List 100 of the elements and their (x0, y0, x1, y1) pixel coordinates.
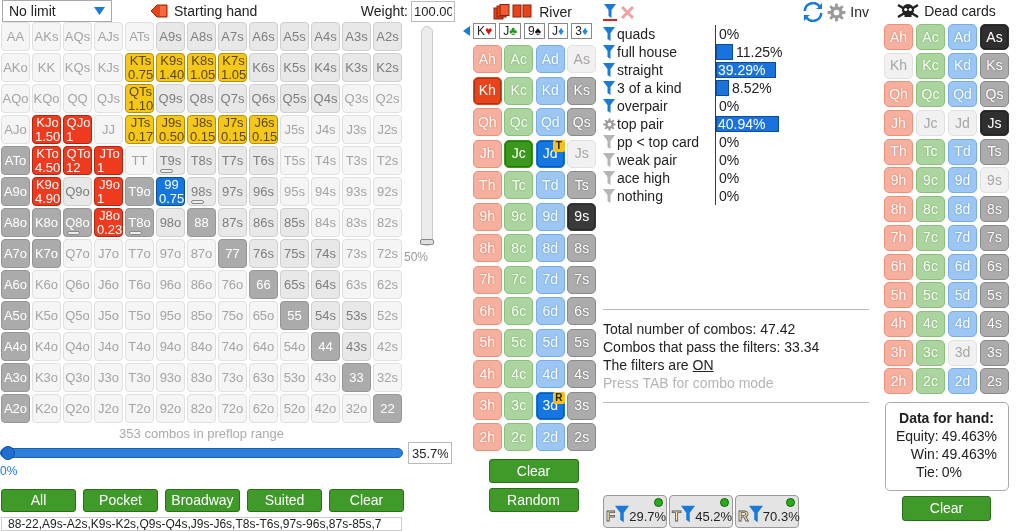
hand-cell[interactable]: J3s (342, 115, 371, 144)
hand-cell[interactable]: KQs (63, 53, 92, 82)
hand-cell[interactable]: Q9s (156, 84, 185, 113)
hand-cell[interactable]: J3o (94, 363, 123, 392)
card-button[interactable]: 4h (472, 360, 502, 388)
hand-cell[interactable]: T9s (156, 146, 185, 175)
hand-cell[interactable]: 83s (342, 208, 371, 237)
card-button[interactable]: Td (948, 138, 977, 165)
hand-cell[interactable]: A7o (1, 239, 30, 268)
card-button[interactable]: 6d (535, 297, 565, 325)
card-button[interactable]: Kd (535, 76, 565, 105)
hand-cell[interactable]: KJs (94, 53, 123, 82)
filter-icon[interactable] (603, 62, 616, 78)
hand-cell[interactable]: 32o (342, 394, 371, 423)
card-button[interactable]: 6s (980, 253, 1009, 280)
card-button[interactable]: 7c (504, 265, 534, 294)
hand-cell[interactable]: T3o (125, 363, 154, 392)
hand-cell[interactable]: K6o (32, 270, 61, 299)
card-button[interactable]: 4d (948, 310, 977, 337)
hand-cell[interactable]: T5s (280, 146, 309, 175)
card-button[interactable]: Ac (916, 24, 945, 50)
board-card[interactable]: J♦ (548, 23, 569, 39)
hand-cell[interactable]: 98s (187, 177, 216, 206)
card-button[interactable]: 6s (567, 297, 597, 325)
hand-cell[interactable]: K7o (32, 239, 61, 268)
hand-cell[interactable]: K7s 1.05 (218, 53, 247, 82)
card-button[interactable]: As (980, 24, 1009, 50)
card-button[interactable]: 5s (567, 328, 597, 357)
hand-cell[interactable]: A2s (373, 22, 402, 51)
hand-cell[interactable]: K2o (32, 394, 61, 423)
card-button[interactable]: 3h (472, 391, 502, 420)
card-button[interactable]: Qc (916, 81, 945, 108)
filter-icon[interactable] (603, 134, 616, 150)
hand-cell[interactable]: K6s (249, 53, 278, 82)
card-button[interactable]: 2h (884, 368, 913, 395)
card-button[interactable]: 6h (884, 253, 913, 280)
hand-cell[interactable]: 82s (373, 208, 402, 237)
card-button[interactable]: 4s (980, 310, 1009, 337)
hand-cell[interactable]: J4s (311, 115, 340, 144)
hand-cell[interactable]: 33 (342, 363, 371, 392)
hand-cell[interactable]: 53s (342, 301, 371, 330)
filter-icon[interactable] (603, 188, 616, 204)
board-card[interactable]: 3♦ (571, 23, 592, 39)
hand-cell[interactable]: 52s (373, 301, 402, 330)
card-button[interactable]: 4s (567, 360, 597, 388)
hand-cell[interactable]: Q8o (63, 208, 92, 237)
hand-cell[interactable]: K3o (32, 363, 61, 392)
hand-cell[interactable]: K2s (373, 53, 402, 82)
slider-thumb[interactable] (420, 239, 434, 245)
hand-cell[interactable]: J6o (94, 270, 123, 299)
card-button[interactable]: 7d (535, 265, 565, 294)
card-button[interactable]: 4h (884, 310, 913, 337)
hand-cell[interactable]: 72s (373, 239, 402, 268)
hand-cell[interactable]: T9o (125, 177, 154, 206)
card-button[interactable]: Qh (472, 108, 502, 136)
card-button[interactable]: Qd (948, 81, 977, 108)
hand-cell[interactable]: J5s (280, 115, 309, 144)
hand-cell[interactable]: 93s (342, 177, 371, 206)
hand-cell[interactable]: TT (125, 146, 154, 175)
hand-cell[interactable]: T6o (125, 270, 154, 299)
percent-field[interactable]: 35.7% (408, 442, 452, 464)
card-button[interactable]: 5c (504, 328, 534, 357)
hand-cell[interactable]: AQo (1, 84, 30, 113)
filter-icon[interactable] (603, 80, 616, 96)
card-button[interactable]: 2d (535, 423, 565, 451)
hand-cell[interactable]: A9o (1, 177, 30, 206)
hand-cell[interactable]: 87o (187, 239, 216, 268)
hand-cell[interactable]: 75s (280, 239, 309, 268)
card-button[interactable]: Tc (504, 171, 534, 199)
card-button[interactable]: 9d (535, 202, 565, 231)
hand-cell[interactable]: AJs (94, 22, 123, 51)
hand-cell[interactable]: 43s (342, 332, 371, 361)
hand-cell[interactable]: AJo (1, 115, 30, 144)
card-button[interactable]: 9s (567, 202, 597, 231)
card-button[interactable]: Ad (535, 45, 565, 73)
hand-cell[interactable]: J7o (94, 239, 123, 268)
card-button[interactable]: Qh (884, 81, 913, 108)
hand-cell[interactable]: 82o (187, 394, 216, 423)
hand-cell[interactable]: T5o (125, 301, 154, 330)
hand-cell[interactable]: 97s (218, 177, 247, 206)
hand-cell[interactable]: J8s 0.15 (187, 115, 216, 144)
hand-cell[interactable]: 73o (218, 363, 247, 392)
card-button[interactable]: Qs (567, 108, 597, 136)
card-button[interactable]: Qc (504, 108, 534, 136)
hand-cell[interactable]: J9o 1 (94, 177, 123, 206)
hand-cell[interactable]: 92o (156, 394, 185, 423)
hand-cell[interactable]: 77 (218, 239, 247, 268)
hand-cell[interactable]: 42s (373, 332, 402, 361)
card-button[interactable]: 8h (472, 234, 502, 262)
card-button[interactable]: 3h (884, 339, 913, 366)
card-button[interactable]: Jh (472, 139, 502, 168)
card-button[interactable]: 3c (504, 391, 534, 420)
hand-cell[interactable]: AKs (32, 22, 61, 51)
card-button[interactable]: Th (472, 171, 502, 199)
slider-thumb[interactable] (1, 446, 15, 460)
hand-cell[interactable]: 75o (218, 301, 247, 330)
hand-cell[interactable]: JTo 1 (94, 146, 123, 175)
hand-cell[interactable]: QJo 1 (63, 115, 92, 144)
hand-cell[interactable]: 43o (311, 363, 340, 392)
card-button[interactable]: 7h (884, 224, 913, 251)
